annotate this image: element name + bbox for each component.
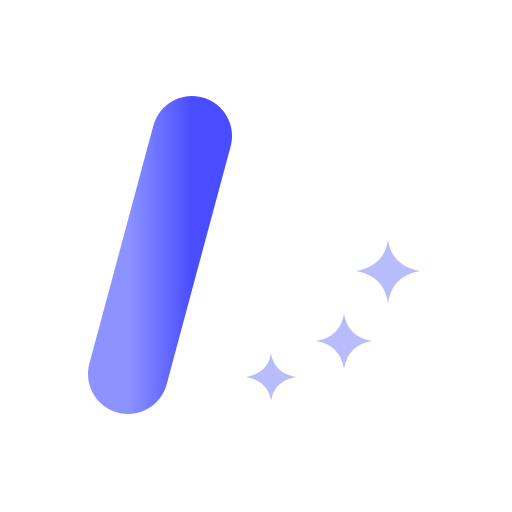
sparkle-large-icon: [356, 240, 420, 303]
sparkle-medium-icon: [316, 314, 372, 369]
app-icon-canvas: [0, 0, 512, 512]
app-logo: [88, 96, 426, 414]
sparkle-small-icon: [246, 353, 296, 401]
